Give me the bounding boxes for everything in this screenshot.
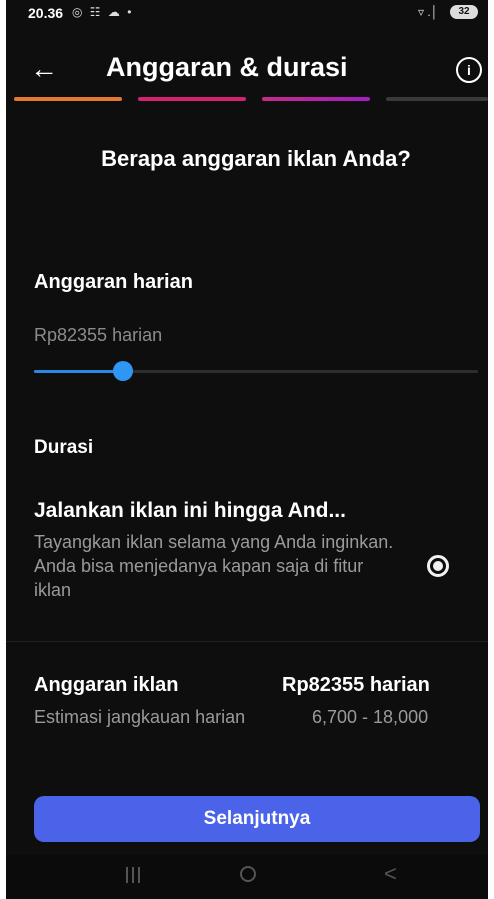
notification-icons: ◎ ☷ ☁ • — [72, 5, 134, 19]
progress-step-3 — [262, 97, 370, 101]
duration-option-title: Jalankan iklan ini hingga And... — [34, 499, 346, 522]
ad-budget-value: Rp82355 harian — [282, 674, 430, 696]
slider-thumb[interactable] — [112, 361, 133, 381]
page-title: Anggaran & durasi — [106, 52, 348, 82]
back-arrow-icon[interactable]: ← — [30, 55, 58, 83]
ad-budget-label: Anggaran iklan — [34, 674, 179, 696]
recents-icon[interactable] — [126, 867, 140, 883]
status-bar: 20.36 ◎ ☷ ☁ • ▿ .│ 32 — [6, 0, 488, 26]
daily-budget-value: Rp82355 harian — [34, 325, 163, 345]
home-icon[interactable] — [240, 866, 256, 882]
nav-back-icon[interactable]: < — [384, 861, 397, 887]
reach-estimate-label: Estimasi jangkauan harian — [34, 707, 246, 727]
status-time: 20.36 — [28, 5, 64, 21]
screen: 20.36 ◎ ☷ ☁ • ▿ .│ 32 ← Anggaran & duras… — [6, 0, 488, 899]
radio-selected-dot — [433, 561, 443, 571]
budget-question: Berapa anggaran iklan Anda? — [101, 146, 411, 171]
reach-estimate-value: 6,700 - 18,000 — [312, 707, 429, 727]
daily-budget-label: Anggaran harian — [34, 271, 193, 293]
signal-icon: ▿ .│ — [418, 5, 439, 19]
duration-label: Durasi — [34, 437, 94, 458]
progress-step-1 — [14, 97, 122, 101]
duration-option-description: Tayangkan iklan selama yang Anda inginka… — [34, 532, 394, 600]
progress-step-4 — [386, 97, 488, 101]
recents-bar — [138, 867, 140, 883]
progress-step-2 — [138, 97, 246, 101]
slider-fill — [34, 370, 123, 373]
next-button[interactable]: Selanjutnya — [34, 796, 480, 842]
info-icon[interactable]: i — [456, 57, 482, 83]
divider — [6, 641, 488, 642]
recents-bar — [126, 867, 128, 883]
duration-radio-button[interactable] — [427, 555, 449, 577]
recents-bar — [132, 867, 134, 883]
battery-icon: 32 — [450, 5, 478, 19]
